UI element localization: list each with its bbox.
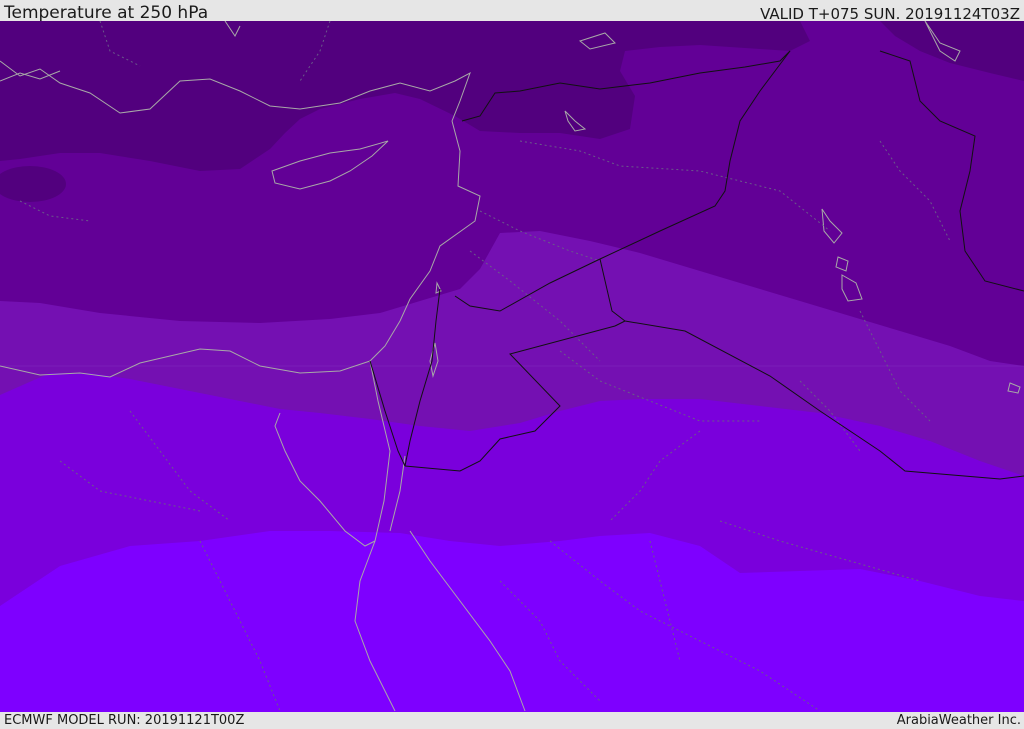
model-run: ECMWF MODEL RUN: 20191121T00Z <box>4 713 245 728</box>
weather-map <box>0 21 1024 712</box>
header-bar: Temperature at 250 hPa VALID T+075 SUN. … <box>0 0 1024 23</box>
map-title: Temperature at 250 hPa <box>4 3 209 23</box>
footer-bar: ECMWF MODEL RUN: 20191121T00Z ArabiaWeat… <box>0 712 1024 729</box>
credit: ArabiaWeather Inc. <box>896 713 1021 728</box>
